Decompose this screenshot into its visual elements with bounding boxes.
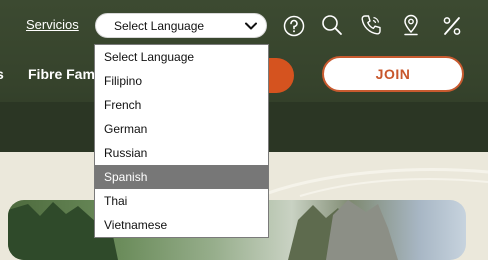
- percent-icon[interactable]: [441, 15, 463, 42]
- language-option[interactable]: Filipino: [95, 69, 268, 93]
- language-dropdown: Select Language Filipino French German R…: [94, 44, 269, 238]
- join-button[interactable]: JOIN: [322, 56, 464, 92]
- location-pin-icon[interactable]: [400, 14, 422, 41]
- language-option[interactable]: German: [95, 117, 268, 141]
- language-option[interactable]: Russian: [95, 141, 268, 165]
- help-icon[interactable]: [283, 15, 305, 42]
- phone-icon[interactable]: [360, 14, 382, 41]
- chevron-down-icon: [244, 19, 258, 38]
- language-select-value: Select Language: [114, 19, 205, 33]
- language-option[interactable]: Select Language: [95, 45, 268, 69]
- language-option[interactable]: French: [95, 93, 268, 117]
- language-select[interactable]: Select Language: [95, 13, 267, 38]
- nav-item-partial[interactable]: s: [0, 66, 4, 82]
- language-option[interactable]: Vietnamese: [95, 213, 268, 237]
- language-option-highlighted[interactable]: Spanish: [95, 165, 268, 189]
- search-icon[interactable]: [321, 14, 343, 41]
- language-option[interactable]: Thai: [95, 189, 268, 213]
- servicios-link[interactable]: Servicios: [26, 17, 79, 32]
- nav-item-fibre-family[interactable]: Fibre Fam: [28, 66, 95, 82]
